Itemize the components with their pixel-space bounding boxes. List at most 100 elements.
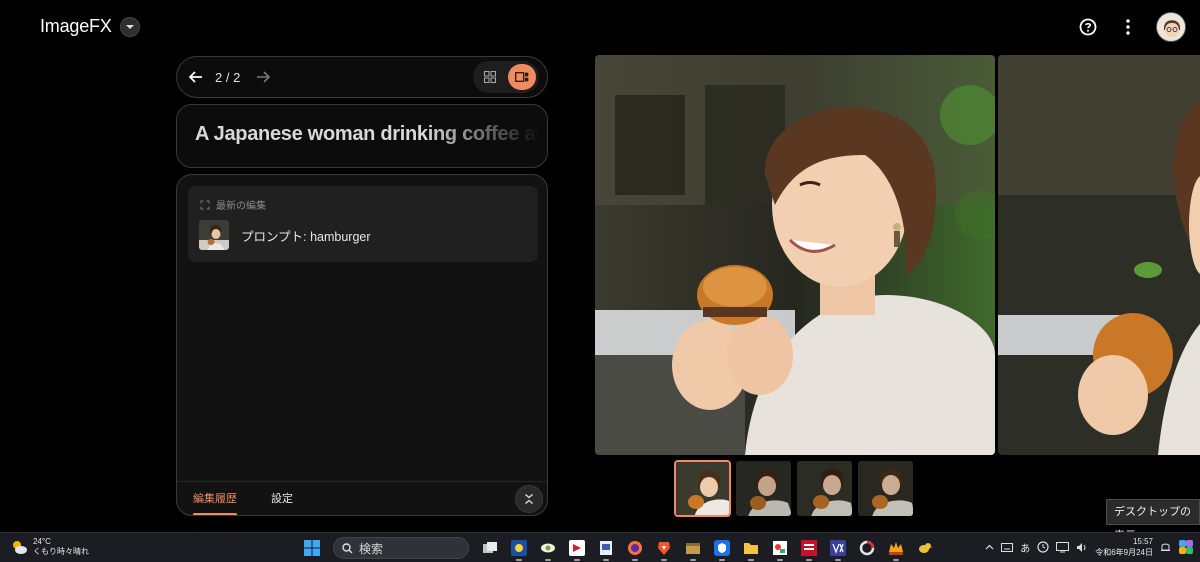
imagefx-app: ImageFX 2 / 2 A Japanese woman drinking … <box>0 0 1200 532</box>
taskbar-app-document[interactable] <box>594 536 618 561</box>
crown-app-icon <box>889 542 903 555</box>
system-tray: あ 15:57 令和6年9月24日 <box>985 536 1194 558</box>
caret-down-icon <box>125 24 134 29</box>
history-item[interactable]: プロンプト: hamburger <box>199 220 371 250</box>
history-item-prompt: プロンプト: hamburger <box>241 229 371 244</box>
prompt-card[interactable]: A Japanese woman drinking coffee at <box>176 104 548 168</box>
app-menu-dropdown-button[interactable] <box>119 16 140 37</box>
taskbar-app-photos[interactable] <box>507 536 531 561</box>
grid-icon <box>484 71 496 83</box>
taskbar-app-firefox[interactable] <box>623 536 647 561</box>
copilot-icon[interactable] <box>1178 539 1194 555</box>
taskbar-app-brave[interactable] <box>652 536 676 561</box>
notification-bell-icon[interactable] <box>1160 541 1171 553</box>
eye-app-icon <box>541 543 555 553</box>
history-item-thumbnail <box>199 220 229 250</box>
thumbnail-4[interactable] <box>857 460 914 517</box>
tab-settings[interactable]: 設定 <box>271 482 293 516</box>
previous-button[interactable] <box>185 66 207 88</box>
red-media-icon <box>569 540 585 556</box>
tab-edit-history[interactable]: 編集履歴 <box>193 482 237 515</box>
weather-widget[interactable]: 24°C くもり時々晴れ <box>10 537 89 557</box>
clock-app-icon[interactable] <box>1037 541 1049 553</box>
thumbnail-2[interactable] <box>735 460 792 517</box>
photo-thumbnail-icon <box>736 461 791 516</box>
more-vert-icon <box>1126 19 1130 35</box>
taskbar-app-archive[interactable] <box>681 536 705 561</box>
windows-logo-icon <box>304 540 320 556</box>
taskbar-app-paint[interactable] <box>768 536 792 561</box>
ime-indicator[interactable]: あ <box>1020 540 1030 555</box>
expand-icon <box>200 200 210 209</box>
taskbar-app-copilot[interactable] <box>536 536 560 561</box>
clock-date: 令和6年9月24日 <box>1095 548 1153 557</box>
paint-icon <box>773 541 787 555</box>
photo-thumbnail-icon <box>858 461 913 516</box>
partly-cloudy-icon <box>13 541 27 554</box>
taskbar-app-task-view[interactable] <box>478 536 502 560</box>
taskbar-clock[interactable]: 15:57 令和6年9月24日 <box>1095 536 1153 558</box>
photo-thumbnail-icon <box>797 461 852 516</box>
generated-image-main[interactable] <box>595 55 995 455</box>
next-button[interactable] <box>252 66 274 88</box>
document-icon <box>600 541 612 555</box>
avatar[interactable] <box>1156 12 1186 42</box>
generated-image-next[interactable] <box>998 55 1200 455</box>
archive-icon <box>686 543 700 554</box>
taskbar-app-character[interactable] <box>884 536 908 561</box>
weather-description: くもり時々晴れ <box>33 547 89 556</box>
start-button[interactable] <box>300 536 324 560</box>
thumbnail-3[interactable] <box>796 460 853 517</box>
chevron-up-icon[interactable] <box>985 544 994 550</box>
display-icon[interactable] <box>1056 541 1070 553</box>
search-icon <box>342 542 353 553</box>
clock-time: 15:57 <box>1132 537 1153 546</box>
history-card: 最新の編集 プロンプト: hamburger <box>188 186 538 262</box>
help-button[interactable] <box>1076 15 1100 39</box>
keyboard-icon[interactable] <box>1001 542 1014 552</box>
taskbar-app-video-editor[interactable] <box>826 536 850 561</box>
grid-view-button[interactable] <box>476 64 504 90</box>
photo-thumbnail-icon <box>676 462 729 515</box>
collapse-button[interactable] <box>515 485 543 513</box>
folder-icon <box>744 543 758 554</box>
volume-icon[interactable] <box>1076 542 1088 553</box>
taskbar-search[interactable]: 検索 <box>333 537 469 559</box>
app-title: ImageFX <box>40 16 112 36</box>
result-pager: 2 / 2 <box>176 56 548 98</box>
detail-view-button[interactable] <box>508 64 536 90</box>
thumbnail-1[interactable] <box>674 460 731 517</box>
taskbar-app-ring[interactable] <box>855 536 879 560</box>
help-icon <box>1079 18 1097 36</box>
taskbar-app-vpn[interactable] <box>710 536 734 561</box>
taskbar-app-news[interactable] <box>797 536 821 561</box>
brave-icon <box>658 542 670 555</box>
app-blue-yellow-icon <box>511 540 527 556</box>
shield-app-icon <box>714 540 730 556</box>
view-toggle <box>473 61 539 93</box>
prompt-text: A Japanese woman drinking coffee at <box>195 123 542 145</box>
taskbar-app-bird[interactable] <box>913 536 937 560</box>
bird-app-icon <box>919 543 933 553</box>
brand: ImageFX <box>40 16 140 37</box>
page-counter: 2 / 2 <box>215 69 241 85</box>
taskbar-apps: 検索 <box>300 536 937 561</box>
collapse-icon <box>525 493 533 505</box>
header-actions <box>1076 12 1186 42</box>
avatar-illustration-icon <box>1157 13 1185 41</box>
taskbar-app-explorer[interactable] <box>739 536 763 561</box>
carousel-view-icon <box>515 72 529 82</box>
more-options-button[interactable] <box>1116 15 1140 39</box>
image-thumbnails <box>674 460 914 517</box>
arrow-right-icon <box>257 71 271 83</box>
arrow-left-icon <box>189 71 202 83</box>
weather-temperature: 24°C <box>33 537 51 546</box>
taskbar-search-placeholder: 検索 <box>359 541 384 556</box>
ring-icon <box>859 540 875 556</box>
history-header: 最新の編集 <box>200 197 266 212</box>
history-header-label: 最新の編集 <box>216 201 266 212</box>
edit-history-panel: 最新の編集 プロンプト: hamburger 編集履歴 設定 <box>176 174 548 516</box>
panel-tabs: 編集履歴 設定 <box>177 481 547 515</box>
taskbar-app-media[interactable] <box>565 536 589 561</box>
red-newspaper-icon <box>801 540 817 556</box>
